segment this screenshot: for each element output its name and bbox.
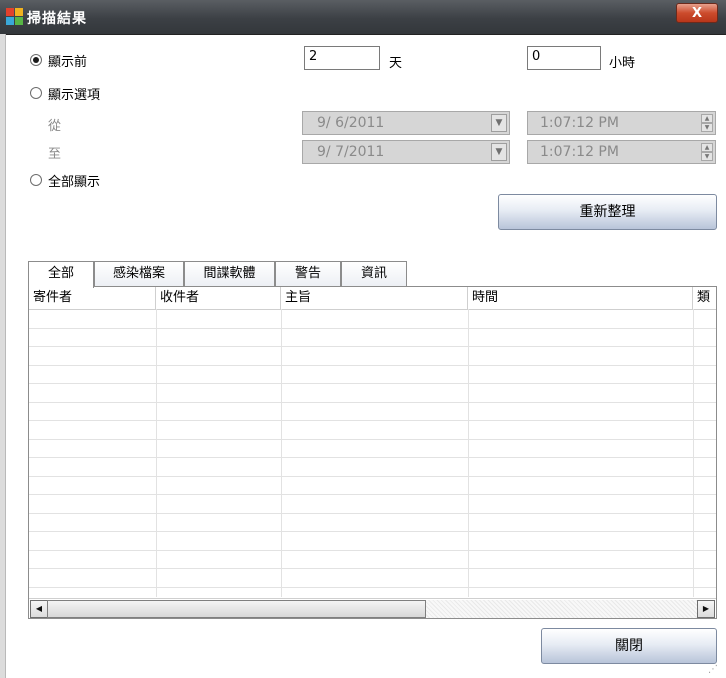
spin-down-icon[interactable]: ▼: [701, 123, 713, 132]
tab-warnings[interactable]: 警告: [275, 261, 341, 287]
avg-logo-icon: [6, 8, 23, 25]
radio-show-last[interactable]: [30, 54, 42, 66]
table-row: [29, 401, 716, 403]
resize-grip-icon[interactable]: ⋰: [708, 664, 722, 676]
column-header-sender[interactable]: 寄件者: [29, 287, 156, 309]
hours-unit-label: 小時: [609, 56, 636, 71]
column-divider: [281, 309, 282, 597]
show-all-label: 全部顯示: [48, 175, 101, 190]
to-date-value: 9/ 7/2011: [317, 144, 385, 160]
tab-info[interactable]: 資訊: [341, 261, 407, 287]
from-date-picker[interactable]: 9/ 6/2011 ▼: [302, 111, 510, 135]
column-header-recipient[interactable]: 收件者: [156, 287, 281, 309]
to-time-value: 1:07:12 PM: [540, 144, 619, 160]
table-row: [29, 494, 716, 495]
table-row: [29, 327, 716, 329]
scan-results-window: 掃描結果 X 顯示前 2 天 0 小時 顯示選項 從 至 9/ 6/2011 ▼…: [0, 0, 726, 678]
from-date-value: 9/ 6/2011: [317, 115, 385, 131]
tab-spyware[interactable]: 間諜軟體: [184, 261, 275, 287]
table-row: [29, 364, 716, 366]
table-row: [29, 549, 716, 551]
column-divider: [156, 309, 157, 597]
table-row: [29, 457, 716, 458]
arrow-right-icon[interactable]: ▶: [697, 600, 715, 618]
from-label: 從: [48, 119, 62, 134]
scrollbar-thumb[interactable]: [47, 600, 426, 618]
to-label: 至: [48, 147, 62, 162]
column-header-subject[interactable]: 主旨: [281, 287, 468, 309]
tab-all[interactable]: 全部: [28, 261, 94, 288]
arrow-left-icon[interactable]: ◀: [30, 600, 48, 618]
refresh-button[interactable]: 重新整理: [498, 194, 717, 230]
table-row: [29, 438, 716, 440]
close-button[interactable]: 關閉: [541, 628, 717, 664]
show-range-label: 顯示選項: [48, 88, 101, 103]
close-icon: X: [691, 6, 703, 21]
days-unit-label: 天: [389, 56, 403, 71]
chevron-down-icon[interactable]: ▼: [491, 114, 507, 132]
column-divider: [468, 309, 469, 597]
radio-show-all[interactable]: [30, 174, 42, 186]
window-frame-left: [0, 34, 6, 678]
tab-infected-files[interactable]: 感染檔案: [94, 261, 184, 287]
column-header-type[interactable]: 類: [693, 287, 716, 309]
column-divider: [693, 309, 694, 597]
results-table[interactable]: 寄件者 收件者 主旨 時間 類 ◀ ▶: [28, 286, 717, 619]
table-row: [29, 568, 716, 569]
title-bar: 掃描結果 X: [0, 0, 726, 35]
from-time-value: 1:07:12 PM: [540, 115, 619, 131]
table-row: [29, 475, 716, 477]
column-header-time[interactable]: 時間: [468, 287, 693, 309]
table-row: [29, 531, 716, 532]
radio-show-range[interactable]: [30, 87, 42, 99]
table-row: [29, 346, 716, 347]
horizontal-scrollbar[interactable]: ◀ ▶: [29, 598, 716, 618]
to-time-picker[interactable]: 1:07:12 PM ▲ ▼: [527, 140, 716, 164]
show-last-label: 顯示前: [48, 55, 88, 70]
table-header: 寄件者 收件者 主旨 時間 類: [29, 287, 716, 310]
spin-up-icon[interactable]: ▲: [701, 143, 713, 152]
table-row: [29, 512, 716, 514]
window-title: 掃描結果: [27, 11, 87, 27]
hours-input[interactable]: 0: [527, 46, 601, 70]
spin-up-icon[interactable]: ▲: [701, 114, 713, 123]
from-time-picker[interactable]: 1:07:12 PM ▲ ▼: [527, 111, 716, 135]
close-window-button[interactable]: X: [676, 3, 718, 23]
days-input[interactable]: 2: [304, 46, 380, 70]
table-row: [29, 586, 716, 588]
table-row: [29, 383, 716, 384]
spin-down-icon[interactable]: ▼: [701, 152, 713, 161]
chevron-down-icon[interactable]: ▼: [491, 143, 507, 161]
table-row: [29, 420, 716, 421]
to-date-picker[interactable]: 9/ 7/2011 ▼: [302, 140, 510, 164]
